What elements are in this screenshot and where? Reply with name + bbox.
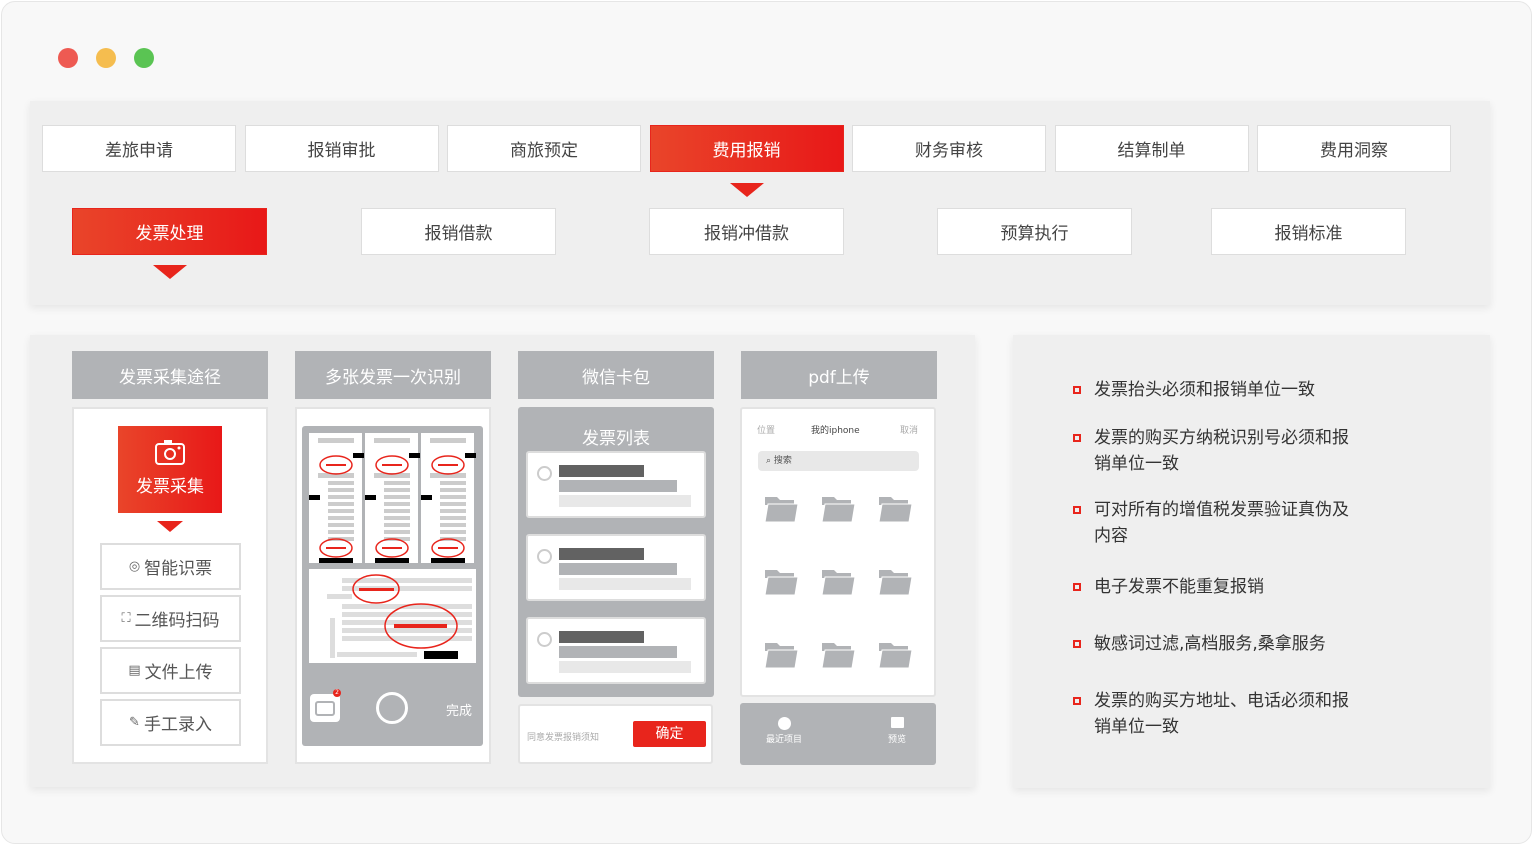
main-tab[interactable]: 商旅预定 [447, 125, 641, 172]
sub-tab[interactable]: 预算执行 [937, 208, 1132, 255]
option-label: 二维码扫码 [135, 606, 220, 631]
shutter-button[interactable] [376, 692, 408, 724]
search-input[interactable]: ⌕ 搜索 [758, 451, 919, 471]
bullet-icon [1073, 583, 1081, 591]
folder-icon[interactable] [821, 568, 856, 596]
search-icon: ⌕ [766, 456, 771, 466]
manual-entry-button[interactable]: ✎ 手工录入 [100, 699, 241, 746]
gallery-icon[interactable]: 2 [310, 694, 340, 722]
radio-button[interactable] [537, 632, 552, 647]
recent-label: 最近项目 [766, 735, 802, 745]
column-header-wechat: 微信卡包 [518, 351, 714, 399]
main-tab[interactable]: 报销审批 [245, 125, 439, 172]
folder-icon[interactable] [878, 568, 913, 596]
sub-tab[interactable]: 报销冲借款 [649, 208, 844, 255]
file-upload-button[interactable]: ▤ 文件上传 [100, 647, 241, 694]
folder-icon[interactable] [764, 495, 799, 523]
column-header-capture: 发票采集途径 [72, 351, 268, 399]
picker-bottom-bar: 最近项目 预览 [740, 703, 936, 765]
scan-icon: ⛶ [121, 611, 130, 626]
rule-item: 敏感词过滤,高档服务,桑拿服务 [1094, 631, 1364, 657]
main-tab[interactable]: 财务审核 [852, 125, 1046, 172]
radio-button[interactable] [537, 549, 552, 564]
option-label: 智能识票 [144, 554, 212, 579]
camera-screen: 2 完成 [302, 426, 483, 746]
rule-item: 发票的购买方纳税识别号必须和报销单位一致 [1094, 425, 1364, 477]
folder-icon[interactable] [878, 641, 913, 669]
folder-icon[interactable] [764, 641, 799, 669]
folder-icon [891, 717, 904, 728]
active-indicator-icon [153, 265, 187, 279]
browse-label: 预览 [888, 735, 906, 745]
agree-terms-text[interactable]: 同意发票报销须知 [527, 730, 599, 743]
folder-icon[interactable] [878, 495, 913, 523]
invoice-card[interactable] [526, 617, 706, 684]
main-tab[interactable]: 费用报销 [650, 125, 844, 172]
search-placeholder: 搜索 [774, 456, 792, 466]
sub-tab[interactable]: 报销标准 [1211, 208, 1406, 255]
radio-button[interactable] [537, 466, 552, 481]
bullet-icon [1073, 697, 1081, 705]
cancel-link[interactable]: 取消 [900, 423, 918, 436]
pen-icon: ✎ [129, 715, 140, 730]
location-link[interactable]: 位置 [757, 423, 775, 436]
column-header-pdf: pdf上传 [741, 351, 937, 399]
done-button[interactable]: 完成 [446, 700, 472, 719]
rule-item: 可对所有的增值税发票验证真伪及内容 [1094, 497, 1364, 549]
bullet-icon [1073, 386, 1081, 394]
camera-icon [154, 438, 186, 466]
close-window-button[interactable] [58, 48, 78, 68]
bullet-icon [1073, 640, 1081, 648]
qr-scan-button[interactable]: ⛶ 二维码扫码 [100, 595, 241, 642]
sub-tab[interactable]: 发票处理 [72, 208, 267, 255]
bullet-icon [1073, 434, 1081, 442]
main-tab[interactable]: 费用洞察 [1257, 125, 1451, 172]
file-picker: 位置 我的iphone 取消 ⌕ 搜索 [740, 407, 936, 697]
photo-count-badge: 2 [333, 689, 341, 697]
arrow-down-icon [157, 521, 183, 532]
column-header-multi: 多张发票一次识别 [295, 351, 491, 399]
camera-icon: ◎ [129, 559, 140, 574]
main-tab[interactable]: 差旅申请 [42, 125, 236, 172]
option-label: 文件上传 [145, 658, 213, 683]
document-icon: ▤ [128, 663, 140, 678]
recent-tab[interactable]: 最近项目 [766, 717, 802, 745]
maximize-window-button[interactable] [134, 48, 154, 68]
invoice-card[interactable] [526, 534, 706, 601]
clock-icon [778, 717, 791, 730]
folder-icon[interactable] [821, 495, 856, 523]
bullet-icon [1073, 506, 1081, 514]
rule-item: 发票抬头必须和报销单位一致 [1094, 377, 1364, 403]
confirm-button[interactable]: 确定 [633, 721, 706, 747]
rule-item: 发票的购买方地址、电话必须和报销单位一致 [1094, 688, 1364, 740]
invoice-list-title: 发票列表 [518, 424, 714, 449]
folder-icon[interactable] [764, 568, 799, 596]
rule-item: 电子发票不能重复报销 [1094, 574, 1364, 600]
invoice-card[interactable] [526, 451, 706, 518]
browse-tab[interactable]: 预览 [888, 717, 906, 745]
main-tab[interactable]: 结算制单 [1055, 125, 1249, 172]
sub-tab[interactable]: 报销借款 [361, 208, 556, 255]
minimize-window-button[interactable] [96, 48, 116, 68]
smart-recognition-button[interactable]: ◎ 智能识票 [100, 543, 241, 590]
capture-label: 发票采集 [118, 472, 222, 497]
active-indicator-icon [730, 183, 764, 197]
capture-button[interactable]: 发票采集 [118, 426, 222, 513]
option-label: 手工录入 [144, 710, 212, 735]
folder-icon[interactable] [821, 641, 856, 669]
picker-title: 我的iphone [811, 423, 860, 436]
confirm-bar: 同意发票报销须知 确定 [518, 704, 713, 764]
invoice-scan-illustration [302, 426, 483, 676]
